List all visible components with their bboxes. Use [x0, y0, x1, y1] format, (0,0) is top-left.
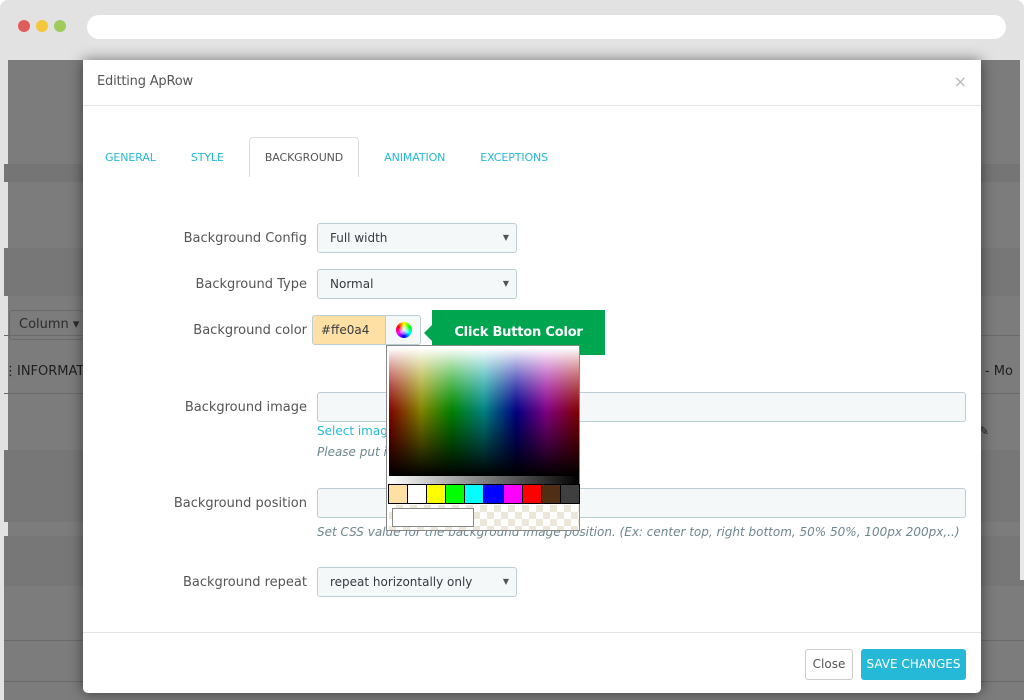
window-controls	[18, 20, 66, 32]
chevron-down-icon: ▼	[502, 233, 509, 242]
swatch[interactable]	[465, 485, 484, 503]
tab-exceptions[interactable]: EXCEPTIONS	[470, 137, 558, 177]
page-right-edge	[1020, 60, 1024, 580]
window-maximize-dot[interactable]	[54, 20, 66, 32]
modal-title: Editting ApRow	[97, 74, 193, 89]
chevron-down-icon: ▼	[502, 577, 509, 586]
tab-style[interactable]: STYLE	[181, 137, 234, 177]
select-image-link[interactable]: Select image	[317, 424, 395, 438]
background-repeat-label: Background repeat	[182, 575, 307, 590]
alpha-preview	[389, 505, 579, 530]
modal-footer: Close SAVE CHANGES	[83, 632, 981, 693]
swatch[interactable]	[389, 485, 408, 503]
swatch[interactable]	[503, 485, 522, 503]
close-button[interactable]: Close	[805, 649, 853, 680]
swatch[interactable]	[560, 485, 579, 503]
background-color-label: Background color	[193, 323, 307, 338]
background-type-value: Normal	[330, 277, 374, 291]
color-spectrum[interactable]	[389, 348, 579, 476]
bg-row-label: INFORMAT	[17, 364, 85, 379]
background-color-input[interactable]: #ffe0a4	[312, 315, 385, 345]
color-picker-button[interactable]	[385, 315, 421, 345]
edit-row-modal: Editting ApRow × GENERAL STYLE BACKGROUN…	[83, 60, 981, 693]
tab-general[interactable]: GENERAL	[95, 137, 166, 177]
window-close-dot[interactable]	[18, 20, 30, 32]
swatch[interactable]	[522, 485, 541, 503]
color-wheel-icon	[396, 322, 412, 338]
grayscale-bar[interactable]	[389, 476, 579, 484]
tab-background[interactable]: BACKGROUND	[248, 137, 360, 177]
swatch[interactable]	[446, 485, 465, 503]
save-changes-button[interactable]: SAVE CHANGES	[861, 649, 966, 680]
close-icon[interactable]: ×	[954, 72, 967, 91]
background-repeat-value: repeat horizontally only	[330, 575, 473, 589]
swatch[interactable]	[484, 485, 503, 503]
background-type-label: Background Type	[195, 277, 307, 292]
swatch[interactable]	[541, 485, 560, 503]
column-dropdown-button[interactable]: Column ▾	[9, 310, 84, 340]
picker-hex-input[interactable]	[392, 508, 474, 527]
swatch[interactable]	[427, 485, 446, 503]
background-config-label: Background Config	[183, 231, 307, 246]
browser-window: Column ▾ ⋮INFORMAT s - Mo ✎ Editting ApR…	[0, 0, 1024, 700]
modal-tabs: GENERAL STYLE BACKGROUND ANIMATION EXCEP…	[95, 137, 573, 177]
bg-row-text-left: ⋮INFORMAT	[4, 364, 85, 379]
background-image-help: Please put i	[317, 445, 387, 459]
background-repeat-select[interactable]: repeat horizontally only ▼	[317, 567, 517, 597]
address-bar[interactable]	[87, 15, 1006, 39]
tab-animation[interactable]: ANIMATION	[374, 137, 455, 177]
background-config-select[interactable]: Full width ▼	[317, 223, 517, 253]
background-type-select[interactable]: Normal ▼	[317, 269, 517, 299]
color-picker-popup	[386, 345, 580, 531]
color-swatches	[388, 484, 580, 504]
modal-header: Editting ApRow ×	[83, 60, 981, 106]
background-position-label: Background position	[173, 496, 307, 511]
swatch[interactable]	[408, 485, 427, 503]
background-config-value: Full width	[330, 231, 388, 245]
window-minimize-dot[interactable]	[36, 20, 48, 32]
chevron-down-icon: ▼	[502, 279, 509, 288]
background-image-label: Background image	[184, 400, 307, 415]
